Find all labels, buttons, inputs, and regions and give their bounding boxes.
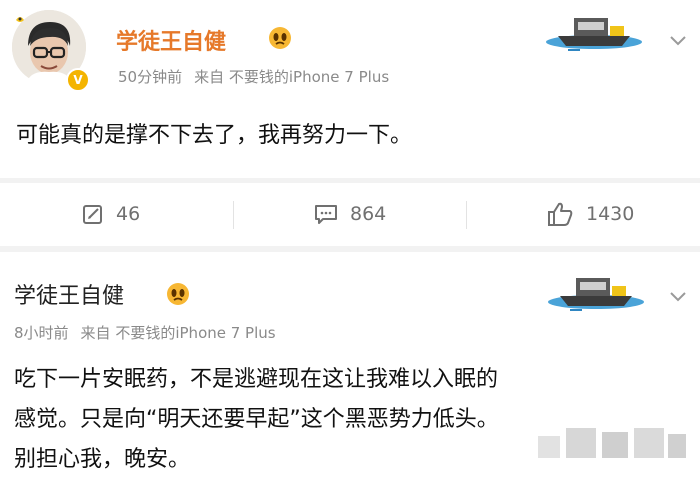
source-prefix: 来自	[194, 68, 225, 86]
source-prefix: 来自	[80, 324, 111, 342]
post-source[interactable]: 不要钱的iPhone 7 Plus	[229, 68, 389, 86]
emoji-icon	[269, 27, 291, 49]
watermark	[538, 420, 688, 476]
post-time: 50分钟前	[118, 68, 183, 86]
comment-count: 864	[350, 203, 387, 225]
post-meta: 50分钟前 来自 不要钱的iPhone 7 Plus	[118, 66, 389, 87]
like-count: 1430	[586, 203, 635, 225]
action-bar: 46 864 1430	[0, 183, 700, 246]
comment-icon	[315, 205, 337, 224]
post-text: 可能真的是撑不下去了，我再努力一下。	[16, 123, 413, 148]
username[interactable]: 学徒王自健	[14, 278, 124, 310]
divider	[233, 201, 234, 229]
boat-sticker-icon	[546, 18, 642, 51]
verified-badge-icon: V	[66, 68, 90, 92]
chevron-down-icon[interactable]	[670, 36, 686, 46]
post-meta: 8小时前 来自 不要钱的iPhone 7 Plus	[14, 322, 276, 343]
emoji-icon	[167, 283, 189, 305]
chevron-down-icon[interactable]	[670, 292, 686, 302]
repost-button[interactable]: 46	[82, 197, 140, 231]
like-button[interactable]: 1430	[546, 197, 634, 231]
like-icon	[548, 202, 573, 226]
post-text-line: 吃下一片安眠药，不是逃避现在这让我难以入眠的	[14, 367, 499, 392]
weibo-post-1: V 学徒王自健 50分钟前 来自 不要钱的iPhone 7 Plus 可能真的是撑…	[0, 0, 700, 178]
post-time: 8小时前	[14, 324, 69, 342]
username[interactable]: 学徒王自健	[116, 24, 226, 56]
comment-button[interactable]: 864	[314, 197, 386, 231]
boat-sticker-icon	[548, 278, 644, 311]
repost-icon	[83, 205, 102, 224]
post-source[interactable]: 不要钱的iPhone 7 Plus	[115, 324, 275, 342]
divider	[466, 201, 467, 229]
repost-count: 46	[116, 203, 141, 225]
